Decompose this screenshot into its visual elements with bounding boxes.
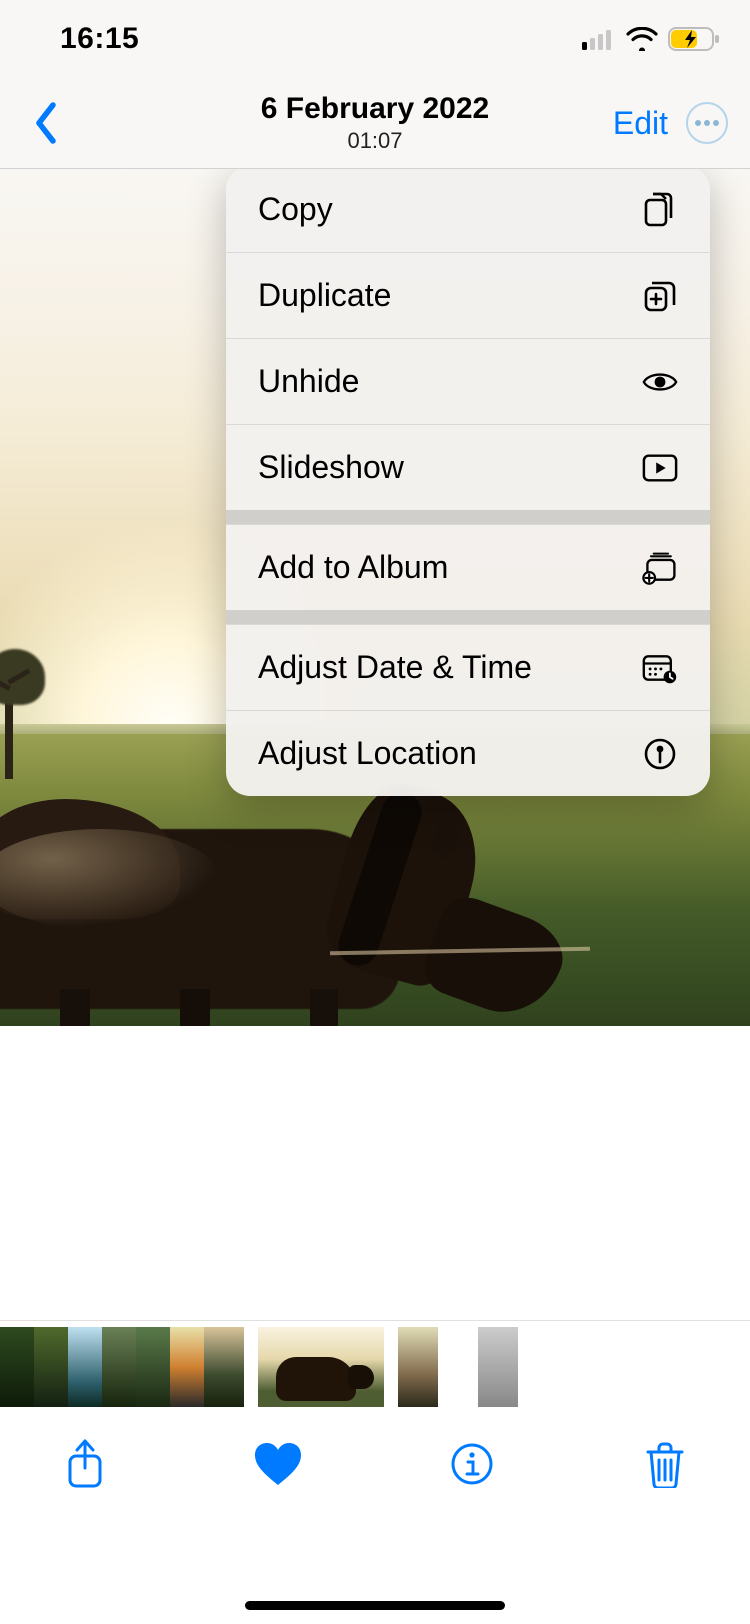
photo-viewer[interactable]: Copy Duplicate Unhide [0, 169, 750, 1026]
status-icons [582, 26, 720, 52]
menu-item-unhide[interactable]: Unhide [226, 338, 710, 424]
copy-icon [642, 191, 678, 227]
menu-separator [226, 610, 710, 624]
menu-item-slideshow[interactable]: Slideshow [226, 424, 710, 510]
edit-button[interactable]: Edit [613, 105, 668, 142]
wifi-icon [626, 27, 658, 51]
album-add-icon [642, 550, 678, 586]
nav-title-wrapper: 6 February 2022 01:07 [261, 92, 489, 154]
thumbnail[interactable] [478, 1327, 518, 1407]
thumbnail[interactable] [102, 1327, 136, 1407]
menu-item-duplicate[interactable]: Duplicate [226, 252, 710, 338]
calendar-clock-icon [642, 650, 678, 686]
thumbnail-selected[interactable] [258, 1327, 384, 1407]
thumbnail[interactable] [34, 1327, 68, 1407]
location-pin-icon [642, 736, 678, 772]
menu-label: Slideshow [258, 449, 642, 486]
back-button[interactable] [22, 94, 70, 152]
nav-title: 6 February 2022 [261, 92, 489, 126]
duplicate-icon [642, 278, 678, 314]
thumbnail[interactable] [0, 1327, 34, 1407]
favorite-button[interactable] [243, 1429, 313, 1499]
thumbnail[interactable] [68, 1327, 102, 1407]
battery-charging-icon [668, 26, 720, 52]
home-indicator[interactable] [245, 1601, 505, 1610]
status-bar: 16:15 [0, 0, 750, 78]
content-gap [0, 1026, 750, 1320]
menu-item-add-to-album[interactable]: Add to Album [226, 524, 710, 610]
cellular-icon [582, 28, 616, 50]
menu-label: Adjust Location [258, 735, 642, 772]
menu-item-copy[interactable]: Copy [226, 169, 710, 252]
menu-label: Copy [258, 191, 642, 228]
slideshow-icon [642, 450, 678, 486]
thumbnail[interactable] [398, 1327, 438, 1407]
delete-button[interactable] [630, 1429, 700, 1499]
share-button[interactable] [50, 1429, 120, 1499]
context-menu: Copy Duplicate Unhide [226, 169, 710, 796]
menu-label: Unhide [258, 363, 642, 400]
nav-subtitle: 01:07 [261, 128, 489, 154]
info-button[interactable] [437, 1429, 507, 1499]
menu-label: Adjust Date & Time [258, 649, 642, 686]
thumbnail[interactable] [438, 1327, 478, 1407]
menu-label: Add to Album [258, 549, 642, 586]
menu-separator [226, 510, 710, 524]
bottom-toolbar [0, 1413, 750, 1549]
nav-bar: 6 February 2022 01:07 Edit [0, 78, 750, 169]
thumbnail[interactable] [170, 1327, 204, 1407]
status-time: 16:15 [60, 22, 139, 56]
thumbnail-scrubber[interactable] [0, 1320, 750, 1413]
menu-item-adjust-location[interactable]: Adjust Location [226, 710, 710, 796]
menu-label: Duplicate [258, 277, 642, 314]
eye-icon [642, 364, 678, 400]
thumbnail[interactable] [204, 1327, 244, 1407]
more-button[interactable] [686, 102, 728, 144]
menu-item-adjust-date[interactable]: Adjust Date & Time [226, 624, 710, 710]
thumbnail[interactable] [136, 1327, 170, 1407]
